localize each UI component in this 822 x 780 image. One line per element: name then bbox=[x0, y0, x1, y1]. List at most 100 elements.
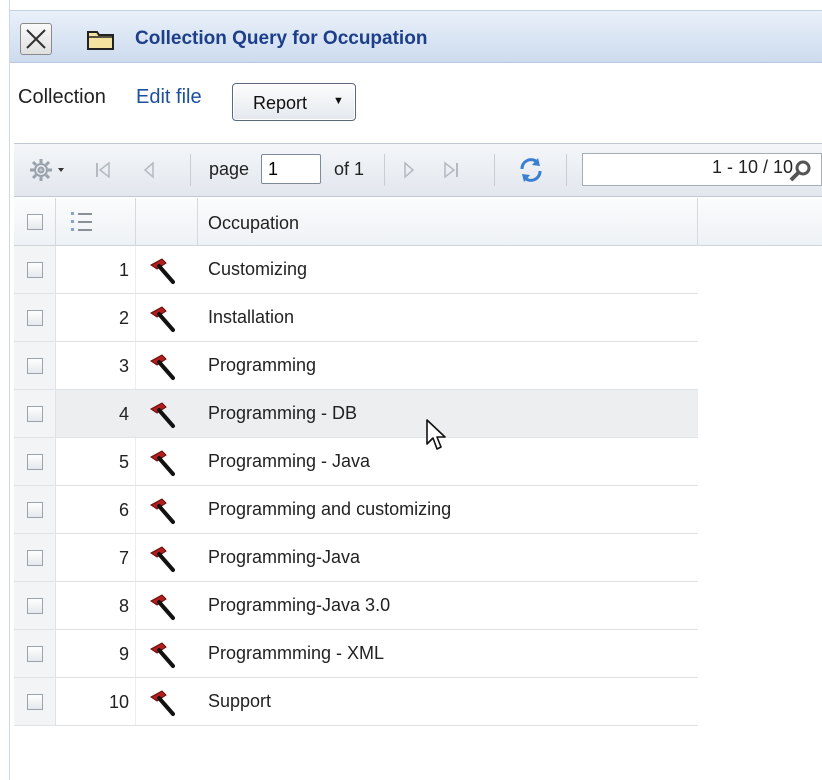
table-row[interactable]: 9 Programmming - XML bbox=[14, 630, 698, 678]
page-label: page bbox=[209, 159, 250, 179]
row-number: 1 bbox=[118, 260, 129, 280]
refresh-icon[interactable] bbox=[516, 155, 546, 185]
row-number: 9 bbox=[118, 644, 129, 664]
row-checkbox[interactable] bbox=[27, 262, 43, 278]
row-number: 8 bbox=[118, 596, 129, 616]
row-number: 2 bbox=[118, 308, 129, 328]
row-checkbox[interactable] bbox=[27, 310, 43, 326]
row-checkbox[interactable] bbox=[27, 454, 43, 470]
close-icon bbox=[26, 29, 46, 49]
row-number-cell: 1 bbox=[56, 246, 136, 293]
record-range-label: 1 - 10 / 10 bbox=[712, 157, 794, 177]
title-bar: Collection Query for Occupation bbox=[10, 10, 822, 63]
row-number-cell: 8 bbox=[56, 582, 136, 629]
table-row[interactable]: 8 Programming-Java 3.0 bbox=[14, 582, 698, 630]
occupation-header-label: Occupation bbox=[208, 213, 300, 233]
row-checkbox[interactable] bbox=[27, 646, 43, 662]
table-row[interactable]: 7 Programming-Java bbox=[14, 534, 698, 582]
table-row[interactable]: 10 Support bbox=[14, 678, 698, 726]
occupation-name: Programming - Java bbox=[208, 451, 371, 471]
table-row[interactable]: 4 Programming - DB bbox=[14, 390, 698, 438]
hammer-icon[interactable] bbox=[148, 593, 178, 626]
page-number-input[interactable] bbox=[261, 154, 321, 184]
row-number-cell: 3 bbox=[56, 342, 136, 389]
row-number-cell: 2 bbox=[56, 294, 136, 341]
row-number-cell: 6 bbox=[56, 486, 136, 533]
row-checkbox[interactable] bbox=[27, 406, 43, 422]
row-checkbox[interactable] bbox=[27, 694, 43, 710]
row-select-cell bbox=[14, 390, 56, 437]
report-button-label: Report bbox=[253, 93, 308, 113]
row-number-cell: 4 bbox=[56, 390, 136, 437]
occupation-name: Support bbox=[208, 691, 272, 711]
next-page-icon[interactable] bbox=[402, 160, 416, 180]
table-row[interactable]: 2 Installation bbox=[14, 294, 698, 342]
row-checkbox[interactable] bbox=[27, 550, 43, 566]
hammer-icon[interactable] bbox=[148, 641, 178, 674]
hammer-icon[interactable] bbox=[148, 545, 178, 578]
window-title: Collection Query for Occupation bbox=[135, 28, 428, 49]
table-row[interactable]: 1 Customizing bbox=[14, 246, 698, 294]
row-select-cell bbox=[14, 438, 56, 485]
report-button[interactable]: Report ▼ bbox=[232, 83, 356, 121]
grid-header: Occupation bbox=[14, 198, 822, 246]
row-number: 7 bbox=[118, 548, 129, 568]
hammer-icon[interactable] bbox=[148, 305, 178, 338]
table-row[interactable]: 3 Programming bbox=[14, 342, 698, 390]
hammer-icon[interactable] bbox=[148, 449, 178, 482]
hammer-icon[interactable] bbox=[148, 689, 178, 722]
hammer-icon[interactable] bbox=[148, 401, 178, 434]
folder-icon bbox=[87, 31, 114, 50]
row-number-cell: 10 bbox=[56, 678, 136, 725]
row-number: 6 bbox=[118, 500, 129, 520]
search-icon[interactable] bbox=[788, 159, 814, 183]
row-number-header[interactable] bbox=[56, 198, 136, 246]
row-select-cell bbox=[14, 582, 56, 629]
row-number-cell: 7 bbox=[56, 534, 136, 581]
row-checkbox[interactable] bbox=[27, 502, 43, 518]
row-select-cell bbox=[14, 630, 56, 677]
chevron-down-icon: ▼ bbox=[333, 95, 344, 107]
action-bar: Collection Edit file Report ▼ bbox=[10, 80, 810, 121]
row-number-cell: 5 bbox=[56, 438, 136, 485]
row-select-cell bbox=[14, 534, 56, 581]
row-checkbox[interactable] bbox=[27, 598, 43, 614]
occupation-name: Programming bbox=[208, 355, 317, 375]
row-select-cell bbox=[14, 486, 56, 533]
gear-icon[interactable] bbox=[28, 157, 68, 183]
hammer-icon[interactable] bbox=[148, 353, 178, 386]
occupation-name: Programming-Java bbox=[208, 547, 361, 567]
numbered-list-icon bbox=[71, 212, 92, 231]
grid-toolbar: page of 1 1 - 10 / 10 bbox=[14, 143, 822, 197]
table-row[interactable]: 6 Programming and customizing bbox=[14, 486, 698, 534]
close-button[interactable] bbox=[20, 23, 52, 55]
row-number: 10 bbox=[108, 692, 129, 712]
mouse-cursor-icon bbox=[426, 419, 446, 450]
row-select-cell bbox=[14, 342, 56, 389]
page-count-label: of 1 bbox=[334, 159, 365, 179]
occupation-name: Programming and customizing bbox=[208, 499, 452, 519]
row-number: 5 bbox=[118, 452, 129, 472]
last-page-icon[interactable] bbox=[442, 160, 460, 180]
table-row[interactable]: 5 Programming - Java bbox=[14, 438, 698, 486]
row-number: 4 bbox=[118, 404, 129, 424]
select-all-checkbox[interactable] bbox=[27, 214, 43, 230]
occupation-name: Programmming - XML bbox=[208, 643, 385, 663]
select-all-cell bbox=[14, 198, 56, 246]
row-select-cell bbox=[14, 294, 56, 341]
row-select-cell bbox=[14, 678, 56, 725]
occupation-name: Programming-Java 3.0 bbox=[208, 595, 391, 615]
occupation-name: Customizing bbox=[208, 259, 308, 279]
row-checkbox[interactable] bbox=[27, 358, 43, 374]
occupation-name: Programming - DB bbox=[208, 403, 358, 423]
row-number-cell: 9 bbox=[56, 630, 136, 677]
first-page-icon[interactable] bbox=[94, 160, 112, 180]
prev-page-icon[interactable] bbox=[142, 160, 156, 180]
row-number: 3 bbox=[118, 356, 129, 376]
hammer-icon[interactable] bbox=[148, 257, 178, 290]
hammer-icon[interactable] bbox=[148, 497, 178, 530]
occupation-name: Installation bbox=[208, 307, 295, 327]
edit-file-link[interactable]: Edit file bbox=[136, 86, 202, 109]
icon-column-header bbox=[136, 198, 198, 246]
collection-label: Collection bbox=[18, 86, 106, 108]
